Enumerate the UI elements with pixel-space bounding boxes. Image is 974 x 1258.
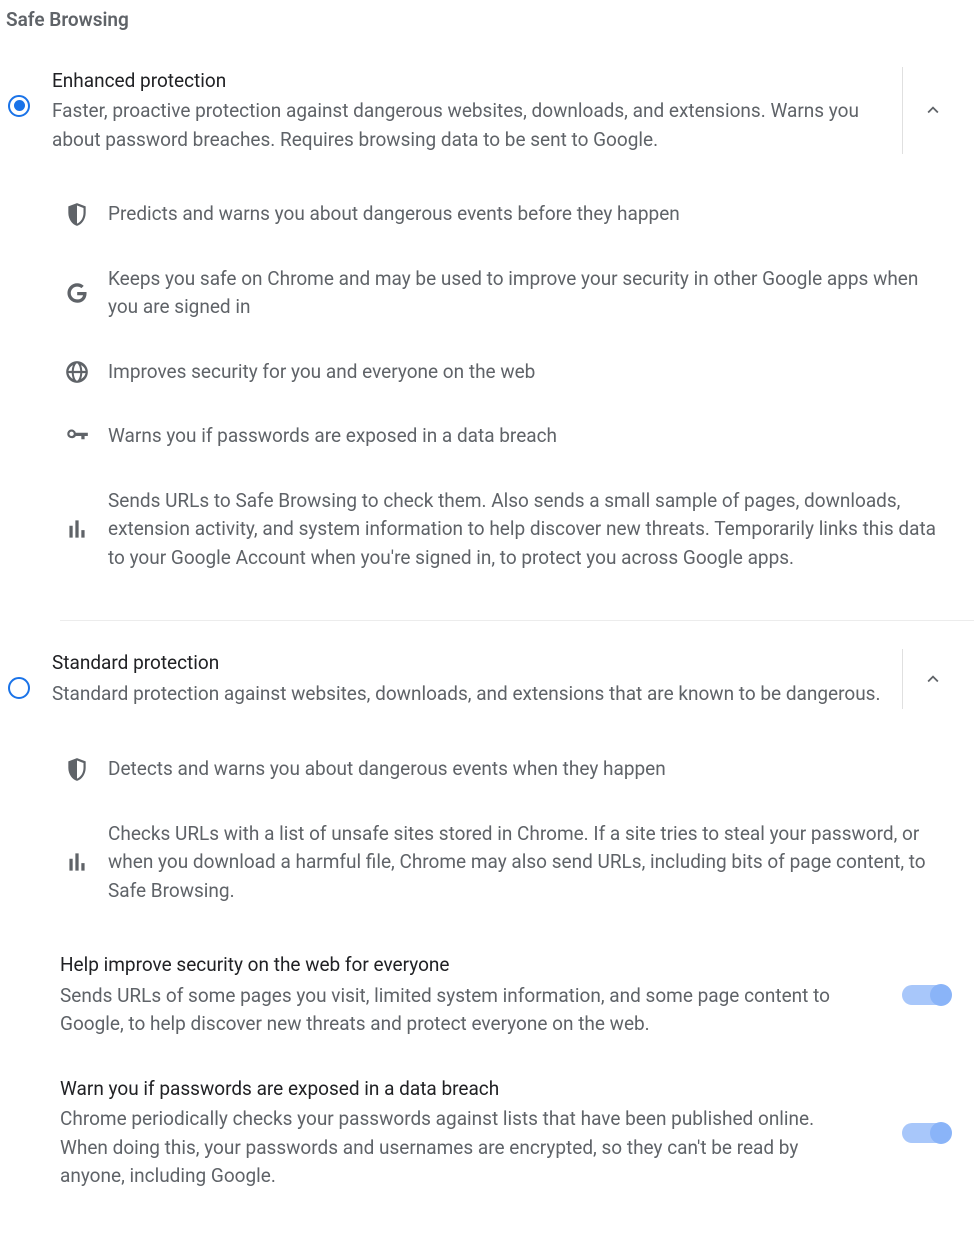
expand-toggle-standard[interactable] <box>902 649 962 709</box>
option-body: Enhanced protection Faster, proactive pr… <box>52 67 902 155</box>
radio-standard[interactable] <box>8 677 30 699</box>
toggle-help-improve: Help improve security on the web for eve… <box>4 933 974 1057</box>
radio-wrap <box>8 649 52 699</box>
feature-text: Warns you if passwords are exposed in a … <box>108 422 950 451</box>
option-enhanced: Enhanced protection Faster, proactive pr… <box>4 63 974 601</box>
toggle-body: Help improve security on the web for eve… <box>60 951 902 1039</box>
section-title: Safe Browsing <box>4 4 974 63</box>
globe-icon <box>64 359 108 385</box>
feature-text: Predicts and warns you about dangerous e… <box>108 200 950 229</box>
feature-row: Detects and warns you about dangerous ev… <box>64 737 950 802</box>
option-desc: Faster, proactive protection against dan… <box>52 97 894 154</box>
toggle-desc: Chrome periodically checks your password… <box>60 1105 862 1191</box>
toggle-body: Warn you if passwords are exposed in a d… <box>60 1075 902 1191</box>
feature-text: Sends URLs to Safe Browsing to check the… <box>108 487 950 573</box>
option-title: Standard protection <box>52 649 894 678</box>
option-desc: Standard protection against websites, do… <box>52 680 894 709</box>
feature-row: Predicts and warns you about dangerous e… <box>64 182 950 247</box>
toggle-switch-help-improve[interactable] <box>902 985 950 1005</box>
shield-icon <box>64 201 108 227</box>
key-icon <box>64 423 108 449</box>
toggle-desc: Sends URLs of some pages you visit, limi… <box>60 982 862 1039</box>
feature-row: Warns you if passwords are exposed in a … <box>64 404 950 469</box>
feature-text: Checks URLs with a list of unsafe sites … <box>108 820 950 906</box>
divider <box>60 620 974 621</box>
toggle-title: Warn you if passwords are exposed in a d… <box>60 1075 862 1104</box>
feature-text: Improves security for you and everyone o… <box>108 358 950 387</box>
toggle-switch-password-breach[interactable] <box>902 1123 950 1143</box>
feature-text: Detects and warns you about dangerous ev… <box>108 755 950 784</box>
toggle-password-breach: Warn you if passwords are exposed in a d… <box>4 1057 974 1209</box>
feature-text: Keeps you safe on Chrome and may be used… <box>108 265 950 322</box>
expand-toggle-enhanced[interactable] <box>902 67 962 155</box>
shield-icon <box>64 756 108 782</box>
option-header-standard[interactable]: Standard protection Standard protection … <box>4 649 974 709</box>
toggle-title: Help improve security on the web for eve… <box>60 951 862 980</box>
option-body: Standard protection Standard protection … <box>52 649 902 708</box>
feature-list-standard: Detects and warns you about dangerous ev… <box>4 709 974 933</box>
bar-chart-icon <box>64 849 108 875</box>
option-header-enhanced[interactable]: Enhanced protection Faster, proactive pr… <box>4 67 974 155</box>
feature-row: Keeps you safe on Chrome and may be used… <box>64 247 950 340</box>
radio-wrap <box>8 67 52 117</box>
option-title: Enhanced protection <box>52 67 894 96</box>
chevron-up-icon <box>922 668 944 690</box>
feature-row: Sends URLs to Safe Browsing to check the… <box>64 469 950 591</box>
google-g-icon <box>64 280 108 306</box>
feature-row: Checks URLs with a list of unsafe sites … <box>64 802 950 924</box>
feature-row: Improves security for you and everyone o… <box>64 340 950 405</box>
feature-list-enhanced: Predicts and warns you about dangerous e… <box>4 154 974 600</box>
radio-enhanced[interactable] <box>8 95 30 117</box>
bar-chart-icon <box>64 516 108 542</box>
chevron-up-icon <box>922 99 944 121</box>
option-standard: Standard protection Standard protection … <box>4 645 974 933</box>
